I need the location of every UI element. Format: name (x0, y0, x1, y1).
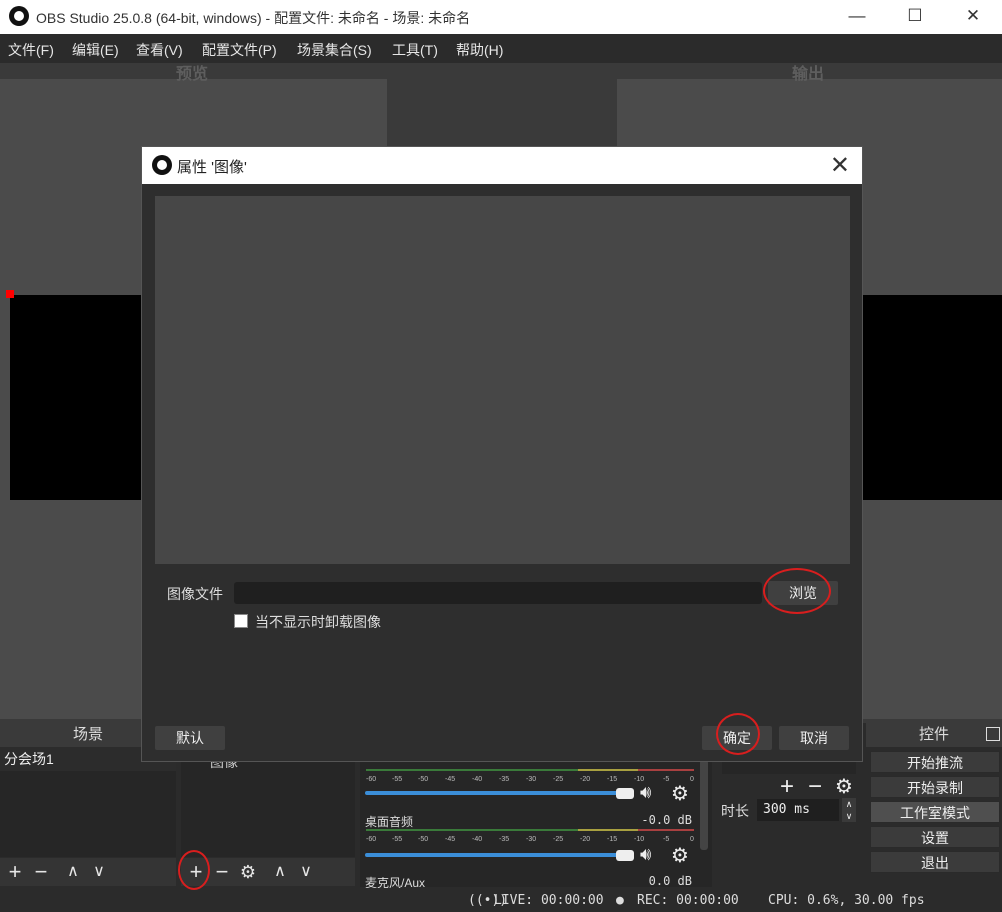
annotation-circle-browse (763, 568, 831, 614)
duration-input[interactable]: 300 ms (757, 799, 839, 821)
status-bar: ((•)) LIVE: 00:00:00 ● REC: 00:00:00 CPU… (0, 888, 1002, 912)
exit-button[interactable]: 退出 (870, 851, 1000, 873)
dialog-title-bar: 属性 '图像' ✕ (142, 147, 862, 184)
menu-bar: 文件(F) 编辑(E) 查看(V) 配置文件(P) 场景集合(S) 工具(T) … (0, 34, 1002, 63)
source-handle[interactable] (6, 290, 14, 298)
move-down-icon[interactable]: ∨ (88, 858, 110, 886)
audio-mixer: -60 -55 -50 -45 -40 -35 -30 -25 -20 -15 … (360, 747, 712, 890)
start-recording-button[interactable]: 开始录制 (870, 776, 1000, 798)
image-file-input[interactable] (234, 582, 762, 604)
dialog-image-preview (155, 196, 850, 564)
meter-desktop (366, 829, 694, 835)
remove-source-icon[interactable]: − (211, 858, 233, 886)
add-scene-icon[interactable]: + (4, 858, 26, 886)
window-title: OBS Studio 25.0.8 (64-bit, windows) - 配置… (36, 10, 471, 26)
menu-file[interactable]: 文件(F) (8, 40, 54, 60)
output-label: 输出 (792, 66, 825, 83)
annotation-circle-add-source (178, 850, 210, 890)
meter-desktop-top (366, 769, 694, 775)
dock-float-icon[interactable] (986, 727, 1000, 741)
studio-mode-button[interactable]: 工作室模式 (870, 801, 1000, 823)
obs-logo-icon (152, 155, 172, 175)
duration-spinner-icon[interactable]: ∧ ∨ (842, 798, 856, 822)
menu-profile[interactable]: 配置文件(P) (202, 40, 277, 60)
scenes-toolbar: + − ∧ ∨ (0, 858, 176, 886)
image-file-label: 图像文件 (167, 586, 223, 602)
source-settings-gear-icon[interactable]: ⚙ (237, 858, 259, 886)
annotation-circle-ok (716, 713, 760, 755)
cancel-button[interactable]: 取消 (779, 726, 849, 750)
volume-slider-2[interactable] (365, 853, 627, 857)
menu-tools[interactable]: 工具(T) (392, 40, 438, 60)
menu-help[interactable]: 帮助(H) (456, 40, 503, 60)
sources-list[interactable] (181, 747, 355, 857)
add-transition-icon[interactable]: + (780, 773, 794, 801)
volume-knob-2[interactable] (616, 850, 634, 861)
remove-scene-icon[interactable]: − (30, 858, 52, 886)
preview-source-frame[interactable] (10, 295, 145, 500)
menu-edit[interactable]: 编辑(E) (72, 40, 119, 60)
start-streaming-button[interactable]: 开始推流 (870, 751, 1000, 773)
cpu-status: CPU: 0.6%, 30.00 fps (768, 893, 925, 908)
rec-dot-icon: ● (616, 893, 624, 908)
preview-label: 预览 (176, 66, 209, 83)
obs-logo-icon (9, 6, 29, 26)
close-button[interactable]: ✕ (944, 0, 1002, 34)
rec-status: REC: 00:00:00 (637, 893, 739, 908)
maximize-button[interactable]: ☐ (886, 0, 944, 34)
desktop-audio-db: -0.0 dB (641, 813, 692, 827)
remove-transition-icon[interactable]: − (808, 773, 822, 801)
minimize-button[interactable]: — (828, 0, 886, 34)
properties-dialog: 属性 '图像' ✕ 图像文件 浏览 当不显示时卸载图像 默认 确定 取消 (141, 146, 863, 762)
volume-knob-1[interactable] (616, 788, 634, 799)
mixer-scrollbar[interactable] (700, 760, 708, 850)
unload-checkbox[interactable] (234, 614, 248, 628)
source-down-icon[interactable]: ∨ (295, 858, 317, 886)
title-bar: OBS Studio 25.0.8 (64-bit, windows) - 配置… (0, 0, 1002, 34)
transition-settings-gear-icon[interactable]: ⚙ (835, 774, 853, 799)
defaults-button[interactable]: 默认 (155, 726, 225, 750)
menu-scene-collection[interactable]: 场景集合(S) (297, 40, 372, 60)
unload-label: 当不显示时卸载图像 (255, 614, 381, 630)
audio-settings-gear-icon[interactable]: ⚙ (671, 781, 689, 806)
dialog-title: 属性 '图像' (177, 159, 247, 176)
mute-speaker-icon[interactable]: 🔊︎ (640, 782, 651, 803)
output-source-frame (862, 295, 1002, 500)
audio-settings-gear-icon[interactable]: ⚙ (671, 843, 689, 868)
settings-button[interactable]: 设置 (870, 826, 1000, 848)
mute-speaker-icon[interactable]: 🔊︎ (640, 844, 651, 865)
controls-dock-title: 控件 (866, 723, 1002, 747)
desktop-audio-name: 桌面音频 (365, 815, 414, 829)
source-up-icon[interactable]: ∧ (269, 858, 291, 886)
move-up-icon[interactable]: ∧ (62, 858, 84, 886)
live-status: LIVE: 00:00:00 (494, 893, 604, 908)
menu-view[interactable]: 查看(V) (136, 40, 183, 60)
volume-slider-1[interactable] (365, 791, 627, 795)
mic-aux-db: 0.0 dB (648, 874, 692, 888)
dialog-close-icon[interactable]: ✕ (830, 151, 850, 180)
duration-label: 时长 (721, 803, 749, 819)
